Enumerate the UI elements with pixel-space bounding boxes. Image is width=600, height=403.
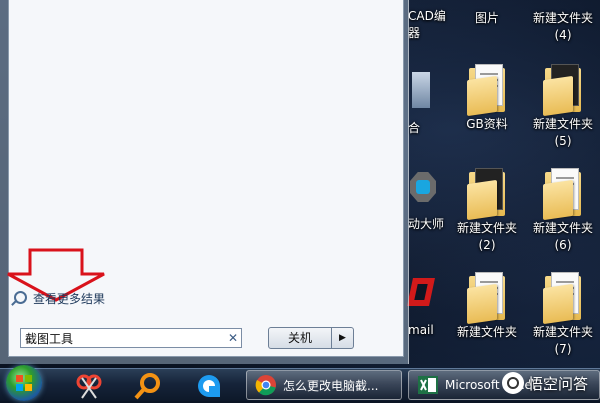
desktop-icon-gb-docs[interactable]: GB资料	[450, 62, 524, 133]
desktop-icon-label: GB资料	[466, 117, 508, 131]
desktop-icon-pictures[interactable]: 图片	[450, 0, 524, 27]
search-icon	[14, 291, 27, 304]
desktop-icon-label: 新建文件夹	[456, 325, 517, 339]
taskbar-app-chrome[interactable]: 怎么更改电脑截...	[246, 370, 402, 400]
desktop-icon-label: 新建文件夹 (2)	[456, 221, 517, 252]
folder-icon	[465, 62, 509, 117]
sync-app-icon[interactable]	[192, 372, 226, 400]
start-search-box[interactable]: ✕	[20, 328, 242, 348]
watermark-text: 悟空问答	[527, 374, 588, 393]
desktop-icon-new-folder-5[interactable]: 新建文件夹 (5)	[526, 62, 600, 150]
desktop-icon-label: 新建文件夹 (5)	[532, 117, 593, 148]
folder-icon	[465, 166, 509, 221]
app-icon	[412, 66, 432, 118]
snipping-tool-icon[interactable]	[72, 372, 106, 400]
shutdown-options-button[interactable]: ▶	[332, 327, 354, 349]
folder-icon	[541, 270, 585, 325]
clear-search-icon[interactable]: ✕	[225, 331, 241, 345]
folder-icon	[465, 270, 509, 325]
see-more-results-link[interactable]: 查看更多结果	[14, 290, 105, 307]
desktop-icon-new-folder-2[interactable]: 新建文件夹 (2)	[450, 166, 524, 254]
desktop-icon-label: 新建文件夹 (4)	[532, 11, 593, 42]
desktop-icon-new-folder[interactable]: 新建文件夹	[450, 270, 524, 341]
wukong-logo-icon	[501, 372, 524, 394]
gear-icon	[408, 166, 438, 218]
see-more-results-label: 查看更多结果	[33, 292, 106, 306]
search-magnifier-icon[interactable]	[130, 372, 164, 400]
start-button[interactable]	[6, 365, 42, 401]
desktop-icon-new-folder-6[interactable]: 新建文件夹 (6)	[526, 166, 600, 254]
folder-icon	[541, 62, 585, 117]
desktop-icon-label: 新建文件夹 (7)	[532, 325, 593, 356]
taskbar-app-label: 怎么更改电脑截...	[283, 378, 379, 393]
shutdown-button[interactable]: 关机	[268, 327, 332, 349]
desktop-icon-new-folder-7[interactable]: 新建文件夹 (7)	[526, 270, 600, 358]
desktop-icon-label: 新建文件夹 (6)	[532, 221, 593, 252]
mail-app-icon	[407, 270, 436, 322]
excel-icon	[418, 376, 438, 394]
watermark: 悟空问答	[501, 372, 588, 394]
shutdown-button-group: 关机 ▶	[268, 327, 354, 349]
folder-icon	[541, 166, 585, 221]
desktop-icon-new-folder-4[interactable]: 新建文件夹 (4)	[526, 0, 600, 44]
desktop-icon-label: 图片	[474, 11, 499, 25]
start-menu: 查看更多结果 ✕ 关机 ▶	[0, 0, 409, 364]
chrome-icon	[255, 375, 276, 396]
search-input[interactable]	[21, 330, 225, 346]
